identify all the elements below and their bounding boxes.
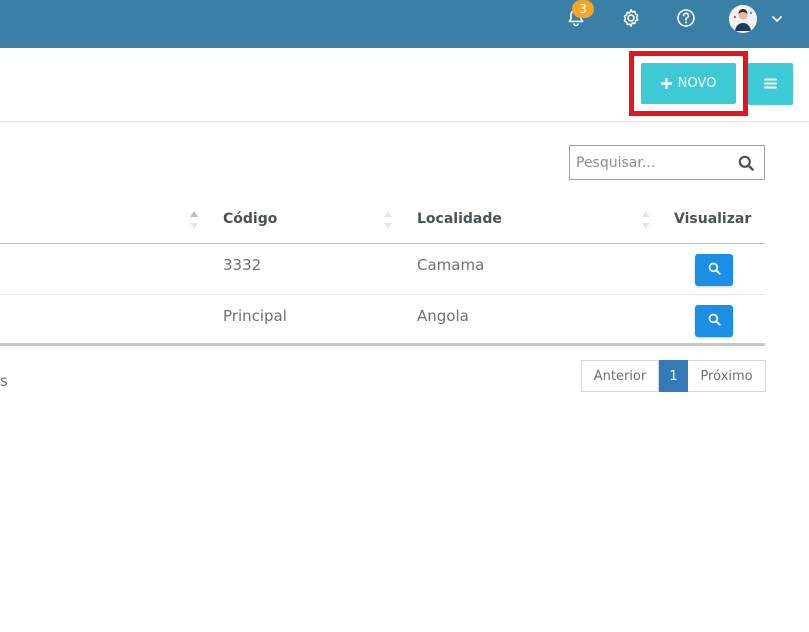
- pagination-page[interactable]: 1: [659, 360, 688, 392]
- menu-button[interactable]: [748, 63, 793, 105]
- column-header-localidade[interactable]: Localidade: [417, 211, 502, 227]
- table-row: Principal Angola: [0, 295, 765, 346]
- search-box: [569, 145, 765, 180]
- cell-codigo: 3332: [223, 256, 262, 274]
- cell-localidade: Angola: [417, 307, 469, 325]
- search-icon: [708, 262, 721, 278]
- chevron-down-icon[interactable]: [770, 11, 784, 25]
- sort-icon[interactable]: [641, 209, 651, 231]
- gear-icon[interactable]: [619, 6, 643, 30]
- column-header-visualizar: Visualizar: [674, 211, 752, 227]
- pagination-prev[interactable]: Anterior: [581, 360, 659, 392]
- table-info: s: [0, 372, 8, 390]
- top-navbar: 3: [0, 0, 809, 48]
- cell-codigo: Principal: [223, 307, 287, 325]
- pagination-next[interactable]: Próximo: [688, 360, 766, 392]
- view-button[interactable]: [695, 305, 733, 337]
- view-button[interactable]: [695, 254, 733, 286]
- pagination: Anterior 1 Próximo: [581, 360, 766, 392]
- new-button-label: NOVO: [677, 76, 717, 91]
- avatar[interactable]: [729, 5, 757, 33]
- cell-localidade: Camama: [417, 256, 485, 274]
- search-input[interactable]: [570, 146, 730, 179]
- menu-icon: [764, 77, 777, 92]
- search-icon: [708, 313, 721, 329]
- help-icon[interactable]: [674, 6, 698, 30]
- notification-badge: 3: [572, 0, 594, 18]
- sort-icon[interactable]: [189, 209, 199, 231]
- table-row: 3332 Camama: [0, 244, 765, 295]
- sort-icon[interactable]: [383, 209, 393, 231]
- table-header: Código Localidade Visualizar: [0, 198, 765, 244]
- plus-icon: [660, 75, 672, 93]
- column-header-codigo[interactable]: Código: [223, 211, 277, 227]
- search-icon[interactable]: [738, 155, 754, 171]
- new-button[interactable]: NOVO: [641, 63, 736, 104]
